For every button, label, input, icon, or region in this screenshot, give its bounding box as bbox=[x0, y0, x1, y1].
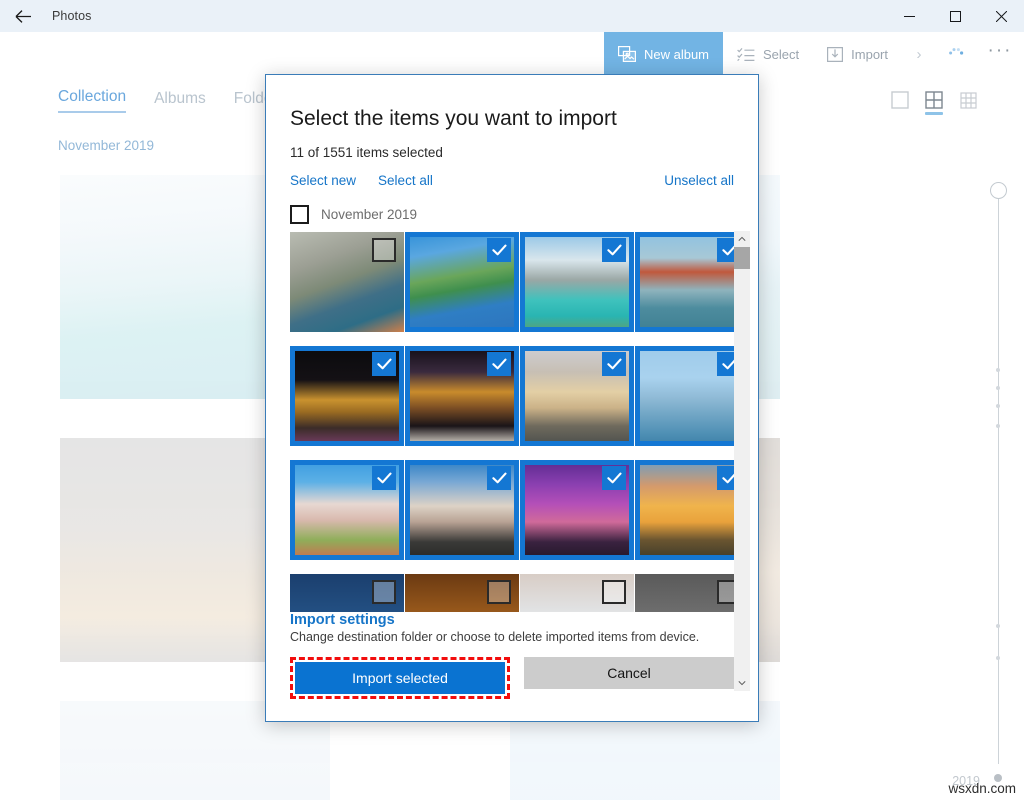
thumb-street-white-sky[interactable] bbox=[520, 574, 634, 612]
import-button[interactable]: Import bbox=[813, 32, 902, 76]
thumb-checkbox-unchecked[interactable] bbox=[487, 580, 511, 604]
thumb-checkbox-unchecked[interactable] bbox=[602, 580, 626, 604]
dialog-button-row: Import selected Cancel bbox=[266, 644, 758, 721]
back-arrow-icon[interactable] bbox=[0, 0, 46, 32]
dialog-scrollbar[interactable] bbox=[734, 231, 750, 691]
timeline-scrubber[interactable]: 2019 bbox=[984, 182, 1014, 782]
import-settings-description: Change destination folder or choose to d… bbox=[290, 630, 734, 644]
thumb-checkbox-checked[interactable] bbox=[372, 352, 396, 376]
thumb-checkbox-checked[interactable] bbox=[602, 238, 626, 262]
more-options-button[interactable]: ··· bbox=[976, 32, 1024, 76]
thumb-town-canal[interactable] bbox=[290, 232, 404, 332]
import-selected-button[interactable]: Import selected bbox=[295, 662, 505, 694]
dialog-link-row: Select new Select all Unselect all bbox=[290, 173, 734, 188]
thumb-river-blue-daylight[interactable] bbox=[635, 346, 749, 446]
thumb-eiffel-purple-sky[interactable] bbox=[520, 460, 634, 560]
thumb-checkbox-checked[interactable] bbox=[602, 352, 626, 376]
new-album-icon bbox=[618, 46, 636, 62]
single-view-icon[interactable] bbox=[890, 88, 910, 112]
timeline-dot bbox=[996, 368, 1000, 372]
thumb-checkbox-unchecked[interactable] bbox=[372, 238, 396, 262]
nav-tabs: Collection Albums Folders bbox=[58, 88, 285, 113]
thumb-vegas-night-tower[interactable] bbox=[290, 346, 404, 446]
scrollbar-track[interactable] bbox=[734, 247, 750, 675]
select-icon bbox=[737, 47, 755, 62]
timeline-dot bbox=[996, 624, 1000, 628]
view-toggle-group bbox=[890, 88, 978, 112]
dialog-selection-count: 11 of 1551 items selected bbox=[290, 145, 734, 160]
thumbnail-grid bbox=[290, 232, 758, 612]
dialog-footer: Import settings Change destination folde… bbox=[266, 612, 758, 644]
select-label: Select bbox=[763, 47, 799, 62]
import-selected-annotation: Import selected bbox=[290, 657, 510, 699]
tab-collection[interactable]: Collection bbox=[58, 88, 126, 113]
chevron-right-icon[interactable]: › bbox=[902, 32, 936, 76]
thumb-river-sunset-boat[interactable] bbox=[520, 346, 634, 446]
cancel-button[interactable]: Cancel bbox=[524, 657, 734, 689]
thumb-lake-hillside[interactable] bbox=[405, 232, 519, 332]
thumb-checkbox-checked[interactable] bbox=[602, 466, 626, 490]
import-settings-link[interactable]: Import settings bbox=[290, 612, 734, 628]
group-header-november-2019[interactable]: November 2019 bbox=[290, 188, 758, 228]
timeline-handle[interactable] bbox=[990, 182, 1007, 199]
unselect-all-link[interactable]: Unselect all bbox=[664, 173, 734, 188]
title-bar: Photos bbox=[0, 0, 1024, 32]
tab-albums[interactable]: Albums bbox=[154, 90, 206, 113]
close-button[interactable] bbox=[978, 0, 1024, 32]
photos-app-window: Photos New album bbox=[0, 0, 1024, 800]
import-icon bbox=[827, 46, 843, 62]
dialog-title: Select the items you want to import bbox=[290, 107, 734, 131]
timeline-dot bbox=[996, 404, 1000, 408]
thumb-castle-dusk[interactable] bbox=[405, 460, 519, 560]
thumb-eiffel-golden-sunset[interactable] bbox=[635, 460, 749, 560]
thumb-coastal-bay[interactable] bbox=[520, 232, 634, 332]
thumb-monochrome-scene[interactable] bbox=[635, 574, 749, 612]
timeline-dot bbox=[996, 424, 1000, 428]
import-label: Import bbox=[851, 47, 888, 62]
loading-spinner-icon bbox=[936, 32, 976, 76]
group-label: November 2019 bbox=[321, 207, 417, 222]
small-grid-icon[interactable] bbox=[958, 88, 978, 112]
thumb-vegas-strip-fountains[interactable] bbox=[405, 346, 519, 446]
command-bar: New album Select Import › bbox=[0, 32, 1024, 76]
thumb-castle-daytime[interactable] bbox=[290, 460, 404, 560]
select-button[interactable]: Select bbox=[723, 32, 813, 76]
thumb-checkbox-unchecked[interactable] bbox=[372, 580, 396, 604]
maximize-button[interactable] bbox=[932, 0, 978, 32]
scrollbar-thumb[interactable] bbox=[734, 247, 750, 269]
thumb-night-sky-moon[interactable] bbox=[290, 574, 404, 612]
app-title: Photos bbox=[52, 9, 92, 23]
thumb-checkbox-checked[interactable] bbox=[487, 466, 511, 490]
scrollbar-down-arrow[interactable] bbox=[734, 675, 750, 691]
thumb-amber-texture[interactable] bbox=[405, 574, 519, 612]
dialog-thumbnail-area: November 2019 bbox=[290, 188, 758, 612]
thumb-checkbox-checked[interactable] bbox=[487, 238, 511, 262]
scrollbar-up-arrow[interactable] bbox=[734, 231, 750, 247]
timeline-dot bbox=[996, 386, 1000, 390]
watermark: wsxdn.com bbox=[948, 781, 1016, 796]
medium-grid-icon[interactable] bbox=[924, 88, 944, 112]
select-all-link[interactable]: Select all bbox=[378, 173, 433, 188]
thumb-checkbox-checked[interactable] bbox=[487, 352, 511, 376]
view-active-underline bbox=[925, 112, 943, 115]
timeline-dot bbox=[996, 656, 1000, 660]
group-checkbox[interactable] bbox=[290, 205, 309, 224]
minimize-button[interactable] bbox=[886, 0, 932, 32]
new-album-button[interactable]: New album bbox=[604, 32, 723, 76]
import-dialog: Select the items you want to import 11 o… bbox=[265, 74, 759, 722]
thumb-checkbox-checked[interactable] bbox=[372, 466, 396, 490]
thumb-golden-gate-bridge[interactable] bbox=[635, 232, 749, 332]
timeline-line bbox=[998, 196, 999, 764]
new-album-label: New album bbox=[644, 47, 709, 62]
collection-month-label: November 2019 bbox=[58, 138, 154, 153]
window-controls bbox=[886, 0, 1024, 32]
select-new-link[interactable]: Select new bbox=[290, 173, 356, 188]
